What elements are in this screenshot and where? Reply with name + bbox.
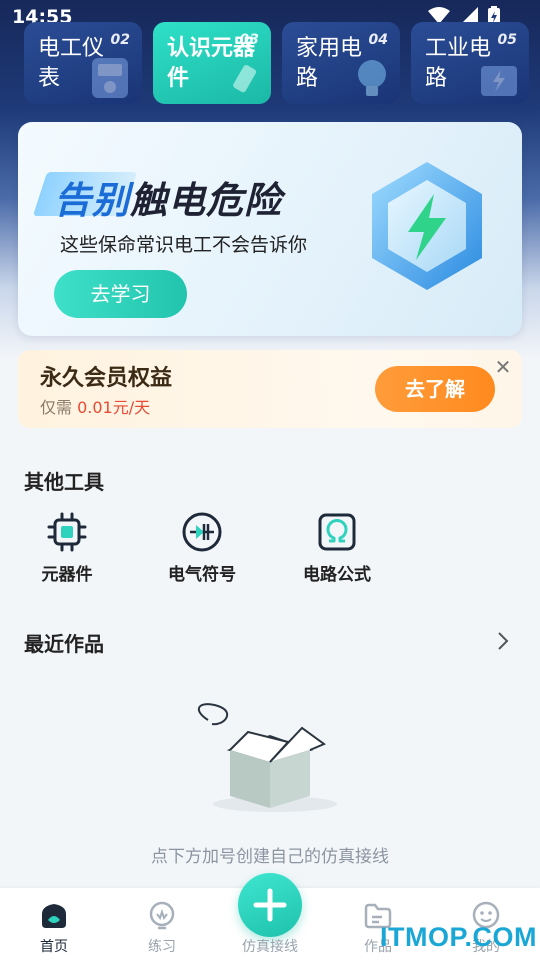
category-card-meters[interactable]: 电工仪表 02	[24, 22, 142, 104]
banner-title-highlight: 告别	[54, 179, 130, 222]
category-number: 02	[110, 32, 130, 48]
bulb-icon	[149, 901, 175, 930]
safety-banner[interactable]: 告别触电危险 这些保命常识电工不会告诉你 去学习	[18, 122, 522, 336]
lightning-hexagon-icon	[372, 162, 482, 290]
other-tools-grid: 元器件 电气符号 电路公式	[24, 512, 424, 592]
multimeter-icon	[92, 58, 128, 98]
tool-electrical-symbols[interactable]: 电气符号	[157, 512, 247, 585]
tool-label: 电气符号	[168, 565, 236, 585]
recent-works-title: 最近作品	[24, 632, 104, 656]
category-number: 05	[497, 32, 517, 48]
empty-state-text: 点下方加号创建自己的仿真接线	[151, 847, 389, 867]
home-icon	[42, 904, 66, 928]
go-learn-button[interactable]: 去学习	[54, 270, 187, 318]
empty-box-icon	[197, 703, 337, 812]
membership-price-prefix: 仅需	[40, 398, 78, 417]
tab-label: 练习	[148, 939, 176, 955]
category-card-components[interactable]: 认识元器件 03	[153, 22, 271, 104]
banner-title: 告别触电危险	[54, 170, 282, 224]
membership-title: 永久会员权益	[40, 366, 173, 391]
membership-price-value: 0.01元/天	[77, 398, 151, 417]
chevron-right-icon[interactable]	[496, 630, 510, 652]
plus-icon	[253, 888, 287, 922]
membership-card: 永久会员权益 仅需 0.01元/天 去了解 ✕	[18, 350, 522, 428]
category-card-industrial-circuits[interactable]: 工业电路 05	[411, 22, 529, 104]
membership-price: 仅需 0.01元/天	[40, 394, 150, 418]
learn-more-button[interactable]: 去了解	[375, 366, 495, 412]
tab-home[interactable]: 首页	[4, 888, 104, 960]
tool-components[interactable]: 元器件	[22, 512, 112, 585]
watermark: ITMOP.COM	[380, 922, 538, 952]
banner-subtitle: 这些保命常识电工不会告诉你	[60, 234, 308, 256]
tab-practice[interactable]: 练习	[112, 888, 212, 960]
omega-icon	[318, 513, 356, 551]
tool-circuit-formulas[interactable]: 电路公式	[292, 512, 382, 585]
category-card-home-circuits[interactable]: 家用电路 04	[282, 22, 400, 104]
tab-label: 首页	[40, 939, 68, 955]
add-simulation-button[interactable]	[238, 873, 302, 937]
diode-symbol-icon	[182, 512, 222, 552]
banner-title-rest: 触电危险	[130, 179, 282, 222]
other-tools-title: 其他工具	[24, 470, 104, 494]
close-icon[interactable]: ✕	[492, 356, 514, 378]
battery-pack-icon	[481, 66, 517, 96]
chip-icon	[47, 512, 87, 552]
lightbulb-icon	[358, 60, 386, 96]
category-row: 电工仪表 02 认识元器件 03 家用电路 04 工业电路 05	[24, 22, 529, 104]
component-icon	[233, 64, 257, 93]
tool-label: 电路公式	[303, 565, 371, 585]
tab-simulation-label: 仿真接线	[242, 939, 298, 955]
tool-label: 元器件	[41, 565, 93, 585]
category-number: 04	[368, 32, 388, 48]
category-number: 03	[239, 32, 259, 48]
